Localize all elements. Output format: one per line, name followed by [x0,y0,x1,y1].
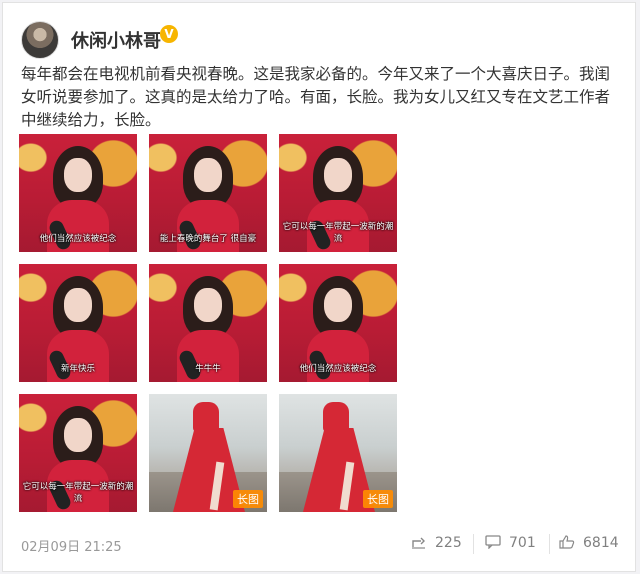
post-image-7[interactable]: 它可以每一年带起一波新的潮流 [19,394,137,512]
like-button[interactable]: 6814 [559,535,619,551]
post-image-2[interactable]: 能上春晚的舞台了 很自豪 [149,134,267,252]
long-image-badge: 长图 [363,490,393,508]
post-image-5[interactable]: 牛牛牛 [149,264,267,382]
long-image-badge: 长图 [233,490,263,508]
image-caption: 新年快乐 [60,364,95,374]
image-caption: 它可以每一年带起一波新的潮流 [282,222,394,244]
forward-icon [412,537,425,549]
image-caption: 能上春晚的舞台了 很自豪 [159,234,257,244]
post-image-6[interactable]: 他们当然应该被纪念 [279,264,397,382]
post-image-4[interactable]: 新年快乐 [19,264,137,382]
forward-button[interactable]: 225 [411,535,462,551]
comment-count: 701 [509,535,536,551]
image-caption: 牛牛牛 [195,364,221,374]
username[interactable]: 休闲小林哥 [71,27,161,53]
user-avatar[interactable] [21,21,59,59]
weibo-post-card: 休闲小林哥 V 每年都会在电视机前看央视春晚。这是我家必备的。今年又来了一个大喜… [2,2,636,572]
comment-button[interactable]: 701 [485,535,536,551]
thumbs-up-icon [559,535,575,549]
divider [473,534,474,554]
post-image-8[interactable]: 长图 [149,394,267,512]
image-caption: 他们当然应该被纪念 [39,234,117,244]
verified-badge-icon: V [160,25,178,43]
comment-icon [485,535,501,549]
image-caption: 他们当然应该被纪念 [299,364,377,374]
post-image-9[interactable]: 长图 [279,394,397,512]
post-timestamp[interactable]: 02月09日 21:25 [21,536,122,555]
post-image-1[interactable]: 他们当然应该被纪念 [19,134,137,252]
post-image-3[interactable]: 它可以每一年带起一波新的潮流 [279,134,397,252]
post-text: 每年都会在电视机前看央视春晚。这是我家必备的。今年又来了一个大喜庆日子。我闺女听… [21,65,611,129]
forward-count: 225 [435,535,462,551]
like-count: 6814 [583,535,619,551]
divider [549,534,550,554]
image-caption: 它可以每一年带起一波新的潮流 [22,482,134,504]
